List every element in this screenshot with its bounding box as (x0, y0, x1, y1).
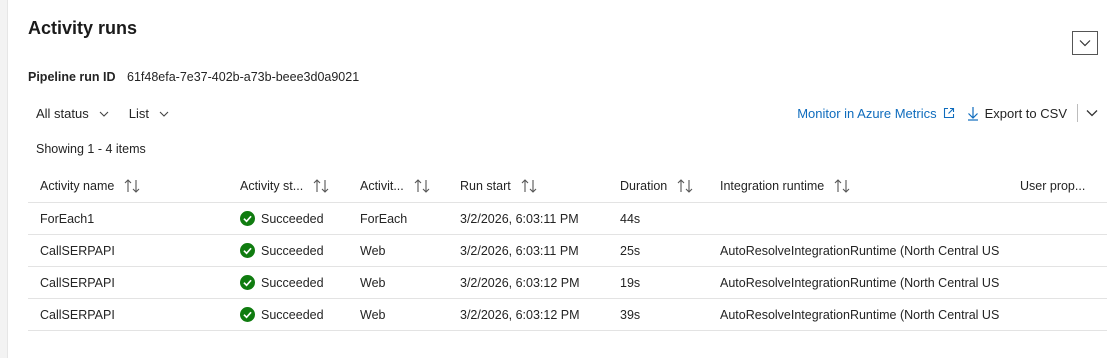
integration-runtime-cell (708, 202, 1008, 235)
column-header-label: Activit... (360, 179, 404, 193)
table-row[interactable]: CallSERPAPI Succeeded Web 3/2/2026, 6:03… (28, 234, 1107, 267)
duration-cell: 44s (608, 202, 708, 235)
status-filter-dropdown[interactable]: All status (36, 106, 109, 121)
activity-name-cell[interactable]: CallSERPAPI (28, 298, 228, 331)
column-header-activity-type[interactable]: Activit... (348, 170, 448, 203)
status-cell: Succeeded (228, 298, 348, 331)
duration-cell: 19s (608, 266, 708, 299)
sort-icon[interactable] (414, 179, 430, 193)
run-start-cell: 3/2/2026, 6:03:11 PM (448, 234, 608, 267)
sort-icon[interactable] (124, 179, 140, 193)
user-properties-cell (1008, 234, 1107, 267)
more-options-button[interactable] (1086, 109, 1098, 117)
table-row[interactable]: CallSERPAPI Succeeded Web 3/2/2026, 6:03… (28, 298, 1107, 331)
user-properties-cell (1008, 202, 1107, 235)
column-header-activity-name[interactable]: Activity name (28, 170, 228, 203)
chevron-down-icon (1079, 40, 1091, 47)
integration-runtime-cell: AutoResolveIntegrationRuntime (North Cen… (708, 266, 1008, 299)
view-mode-dropdown[interactable]: List (129, 106, 169, 121)
collapse-button[interactable] (1072, 31, 1098, 55)
status-cell: Succeeded (228, 234, 348, 267)
activity-runs-panel: Activity runs Pipeline run ID 61f48efa-7… (7, 0, 1108, 358)
column-header-run-start[interactable]: Run start (448, 170, 608, 203)
status-cell: Succeeded (228, 266, 348, 299)
table-row[interactable]: ForEach1 Succeeded ForEach 3/2/2026, 6:0… (28, 202, 1107, 235)
activity-type-cell: Web (348, 266, 448, 299)
chevron-down-icon (99, 111, 109, 117)
view-mode-label: List (128, 106, 149, 121)
success-check-icon (240, 211, 255, 226)
pipeline-run-id-label: Pipeline run ID (28, 70, 116, 84)
left-strip (0, 0, 7, 358)
status-label: Succeeded (261, 211, 324, 226)
activity-name-cell[interactable]: ForEach1 (28, 202, 228, 235)
item-count: Showing 1 - 4 items (36, 142, 146, 156)
activity-name-cell[interactable]: CallSERPAPI (28, 266, 228, 299)
chevron-down-icon (159, 111, 169, 117)
run-start-cell: 3/2/2026, 6:03:12 PM (448, 298, 608, 331)
status-label: Succeeded (261, 243, 324, 258)
run-start-cell: 3/2/2026, 6:03:11 PM (448, 202, 608, 235)
column-header-label: Integration runtime (720, 179, 825, 193)
duration-cell: 25s (608, 234, 708, 267)
column-header-label: Activity st... (240, 179, 304, 193)
success-check-icon (240, 243, 255, 258)
column-header-user-properties[interactable]: User prop... (1008, 170, 1107, 203)
column-header-label: Activity name (40, 179, 115, 193)
user-properties-cell (1008, 266, 1107, 299)
sort-icon[interactable] (677, 179, 693, 193)
activity-type-cell: Web (348, 234, 448, 267)
duration-cell: 39s (608, 298, 708, 331)
export-csv-button[interactable]: Export to CSV (967, 106, 1067, 121)
run-start-cell: 3/2/2026, 6:03:12 PM (448, 266, 608, 299)
export-csv-label: Export to CSV (984, 105, 1067, 121)
column-header-duration[interactable]: Duration (608, 170, 708, 203)
sort-icon[interactable] (834, 179, 850, 193)
page-title: Activity runs (28, 18, 138, 38)
pipeline-run-id: Pipeline run ID 61f48efa-7e37-402b-a73b-… (28, 70, 359, 84)
toolbar-divider (1077, 104, 1078, 122)
sort-icon[interactable] (313, 179, 329, 193)
actions-toolbar: Monitor in Azure Metrics Export to CSV (797, 104, 1098, 122)
integration-runtime-cell: AutoResolveIntegrationRuntime (North Cen… (708, 298, 1008, 331)
download-icon (967, 106, 978, 121)
sort-icon[interactable] (521, 179, 537, 193)
activity-type-cell: Web (348, 298, 448, 331)
pipeline-run-id-value: 61f48efa-7e37-402b-a73b-beee3d0a9021 (127, 70, 360, 84)
success-check-icon (240, 275, 255, 290)
filter-toolbar: All status List (36, 106, 189, 121)
success-check-icon (240, 307, 255, 322)
table-header-row: Activity name Activity st... Activit... … (28, 170, 1107, 203)
status-cell: Succeeded (228, 202, 348, 235)
monitor-azure-metrics-link[interactable]: Monitor in Azure Metrics (797, 106, 954, 121)
column-header-label: Duration (620, 179, 668, 193)
table-row[interactable]: CallSERPAPI Succeeded Web 3/2/2026, 6:03… (28, 266, 1107, 299)
activity-runs-table: Activity name Activity st... Activit... … (28, 170, 1107, 331)
status-label: Succeeded (261, 307, 324, 322)
activity-name-cell[interactable]: CallSERPAPI (28, 234, 228, 267)
column-header-integration-runtime[interactable]: Integration runtime (708, 170, 1008, 203)
monitor-link-label: Monitor in Azure Metrics (797, 105, 937, 121)
column-header-label: User prop... (1020, 179, 1086, 193)
open-external-icon (943, 107, 954, 119)
status-filter-label: All status (36, 106, 89, 121)
column-header-label: Run start (460, 179, 511, 193)
status-label: Succeeded (261, 275, 324, 290)
column-header-activity-status[interactable]: Activity st... (228, 170, 348, 203)
integration-runtime-cell: AutoResolveIntegrationRuntime (North Cen… (708, 234, 1008, 267)
activity-type-cell: ForEach (348, 202, 448, 235)
chevron-down-icon (1086, 110, 1098, 117)
user-properties-cell (1008, 298, 1107, 331)
